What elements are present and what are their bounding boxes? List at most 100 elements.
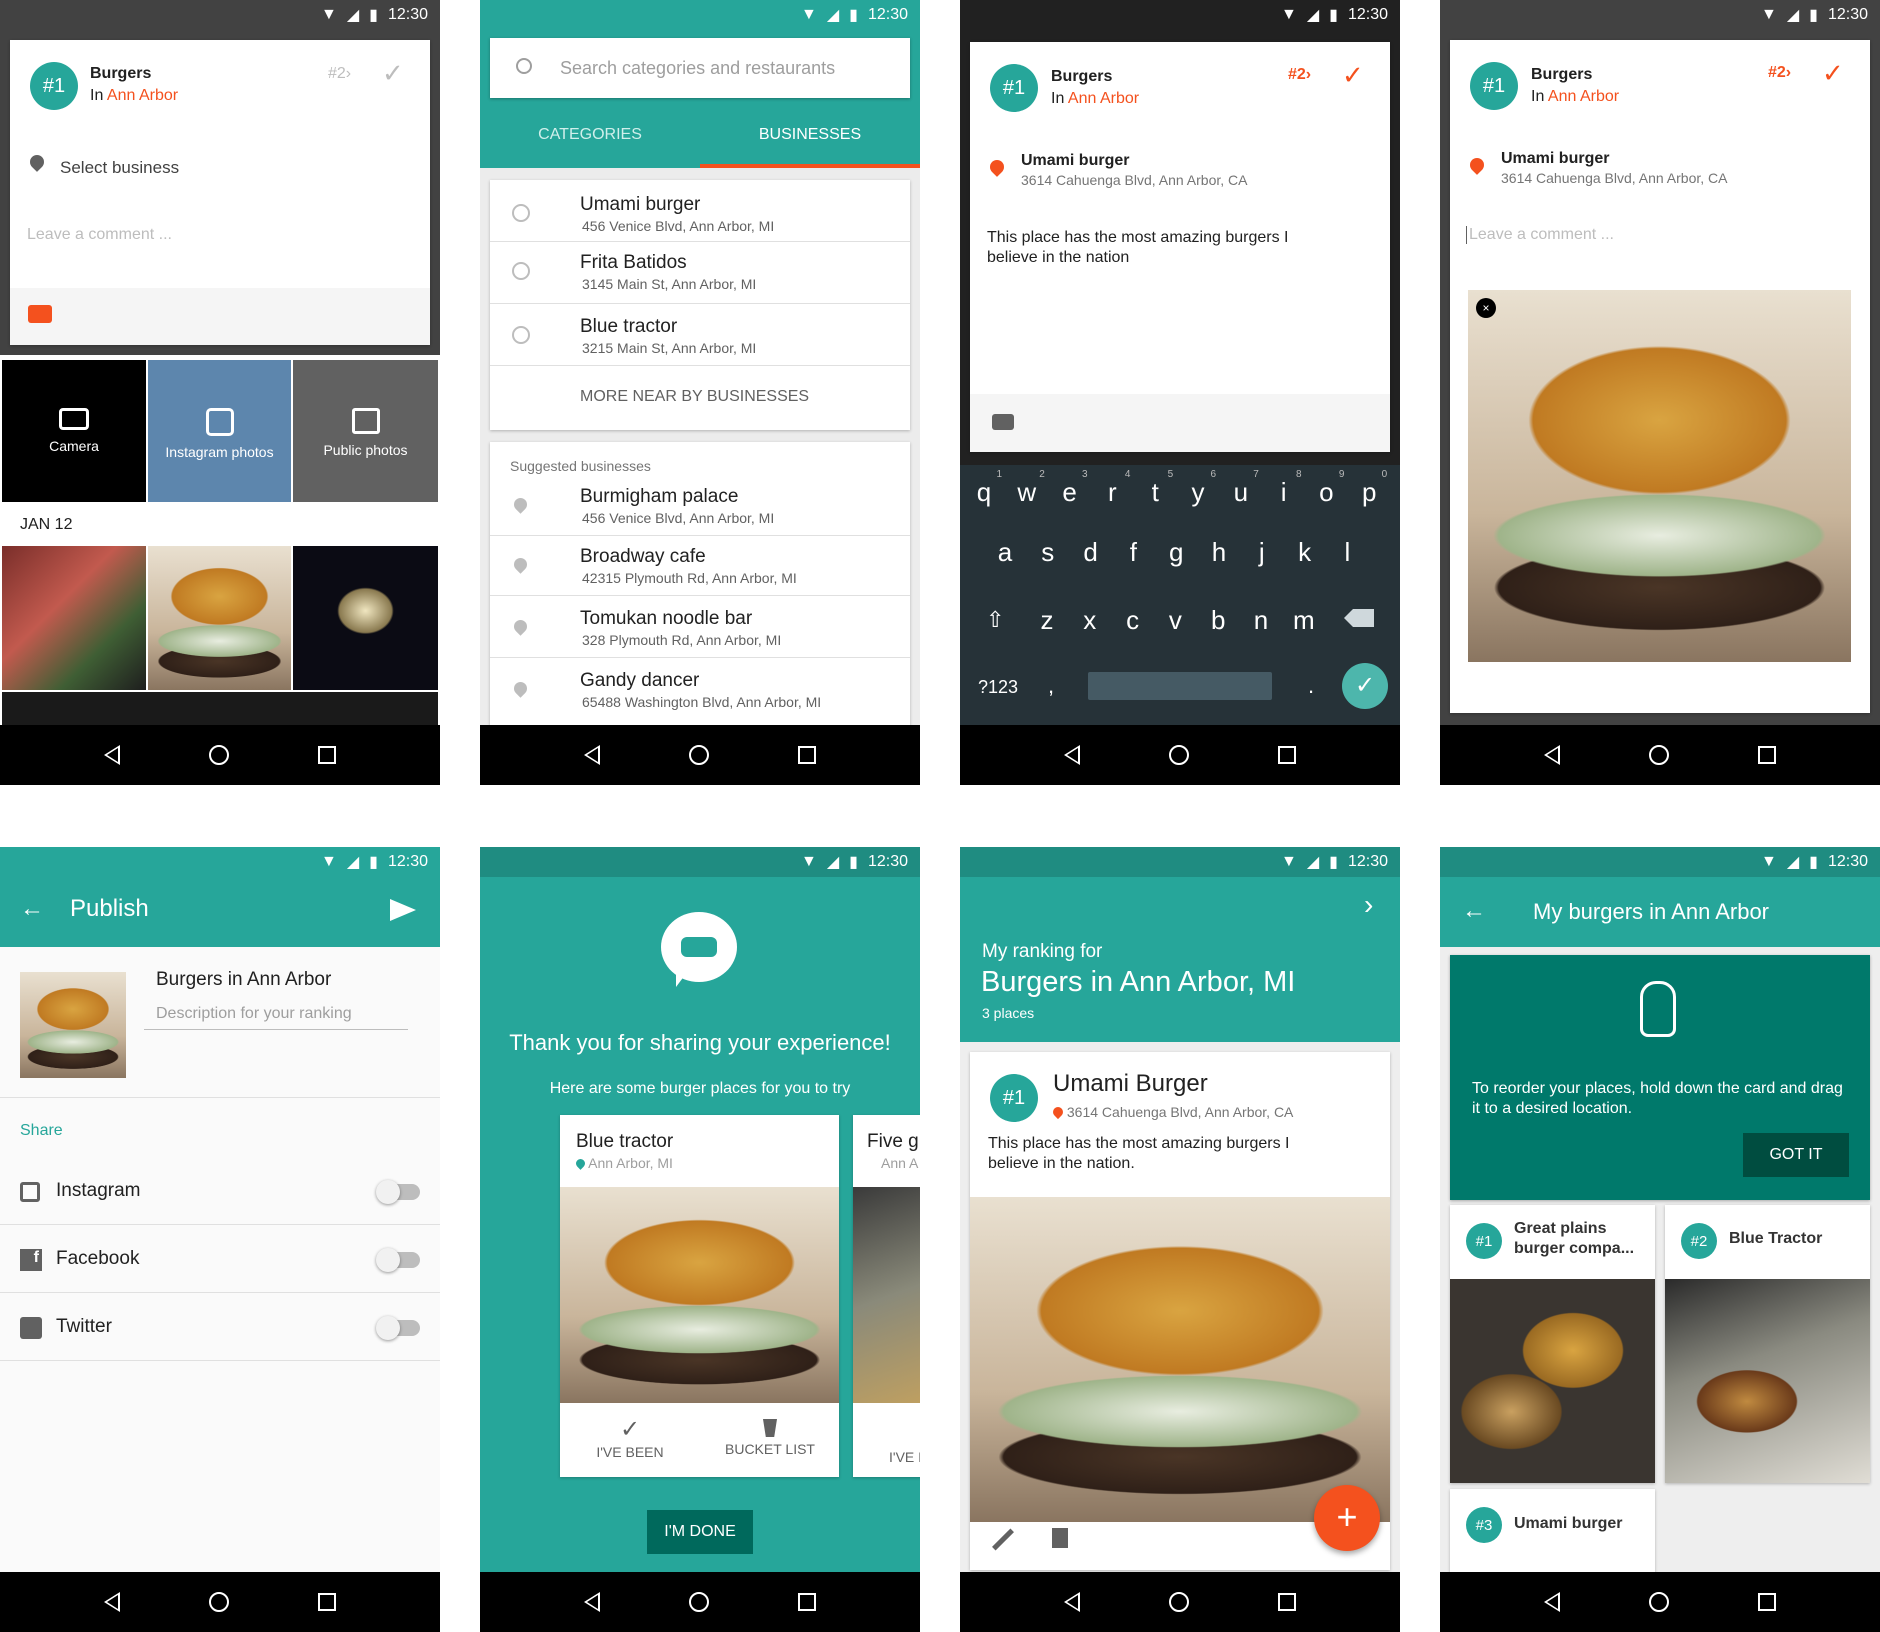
recents-icon[interactable] xyxy=(1277,1593,1296,1611)
recents-icon[interactable] xyxy=(317,1593,336,1611)
key-v[interactable]: v xyxy=(1155,605,1195,636)
list-item[interactable]: Burmigham palace 456 Venice Blvd, Ann Ar… xyxy=(490,478,910,536)
search-bar[interactable]: Search categories and restaurants xyxy=(490,38,910,98)
been-button[interactable]: ✓ I'VE BEEN xyxy=(560,1415,700,1460)
list-item[interactable]: Frita Batidos 3145 Main St, Ann Arbor, M… xyxy=(490,242,910,304)
key-s[interactable]: s xyxy=(1028,537,1068,568)
home-icon[interactable] xyxy=(688,745,709,765)
home-icon[interactable] xyxy=(208,745,229,765)
ranked-place-card[interactable]: #2 Blue Tractor xyxy=(1665,1205,1870,1483)
list-item[interactable]: Tomukan noodle bar 328 Plymouth Rd, Ann … xyxy=(490,596,910,658)
key-i[interactable]: i8 xyxy=(1264,469,1304,508)
period-key[interactable]: . xyxy=(1308,673,1314,699)
photo-thumb[interactable] xyxy=(293,546,438,690)
next-chevron-icon[interactable]: › xyxy=(1364,889,1373,921)
home-icon[interactable] xyxy=(1168,745,1189,765)
ranked-place-card[interactable]: #3 Umami burger xyxy=(1450,1489,1655,1574)
key-q[interactable]: q1 xyxy=(964,469,1004,508)
source-instagram[interactable]: Instagram photos xyxy=(148,360,291,502)
home-icon[interactable] xyxy=(208,1592,229,1612)
confirm-check-icon[interactable]: ✓ xyxy=(1822,58,1844,89)
back-arrow-icon[interactable]: ← xyxy=(1462,897,1486,925)
more-nearby-button[interactable]: MORE NEAR BY BUSINESSES xyxy=(580,388,809,406)
share-row-facebook[interactable]: f Facebook xyxy=(0,1225,440,1293)
comment-field[interactable]: Leave a comment ... xyxy=(27,226,172,244)
key-z[interactable]: z xyxy=(1027,605,1067,636)
key-h[interactable]: h xyxy=(1199,537,1239,568)
back-icon[interactable] xyxy=(1544,745,1561,765)
list-item[interactable]: Gandy dancer 65488 Washington Blvd, Ann … xyxy=(490,658,910,720)
back-icon[interactable] xyxy=(104,1592,121,1612)
recents-icon[interactable] xyxy=(797,746,816,764)
key-u[interactable]: u7 xyxy=(1221,469,1261,508)
key-d[interactable]: d xyxy=(1071,537,1111,568)
list-item[interactable]: Broadway cafe 42315 Plymouth Rd, Ann Arb… xyxy=(490,536,910,596)
key-m[interactable]: m xyxy=(1284,605,1324,636)
recents-icon[interactable] xyxy=(797,1593,816,1611)
remove-photo-icon[interactable]: × xyxy=(1476,298,1496,318)
photo-thumb[interactable] xyxy=(148,546,291,690)
city-link[interactable]: Ann Arbor xyxy=(107,87,178,104)
key-r[interactable]: r4 xyxy=(1092,469,1132,508)
place-card[interactable]: Five g Ann A I'VE I xyxy=(853,1115,920,1477)
key-l[interactable]: l xyxy=(1327,537,1367,568)
edit-icon[interactable] xyxy=(992,1528,1014,1551)
back-icon[interactable] xyxy=(584,1592,601,1612)
back-icon[interactable] xyxy=(1064,1592,1081,1612)
camera-icon[interactable] xyxy=(992,414,1014,430)
source-camera[interactable]: Camera xyxy=(2,360,146,502)
share-row-instagram[interactable]: Instagram xyxy=(0,1157,440,1225)
recents-icon[interactable] xyxy=(1277,746,1296,764)
city-link[interactable]: Ann Arbor xyxy=(1548,88,1619,105)
list-item[interactable]: Umami burger 456 Venice Blvd, Ann Arbor,… xyxy=(490,180,910,242)
home-icon[interactable] xyxy=(688,1592,709,1612)
back-arrow-icon[interactable]: ← xyxy=(20,895,44,923)
done-button[interactable]: I'M DONE xyxy=(647,1510,753,1554)
key-y[interactable]: y6 xyxy=(1178,469,1218,508)
recents-icon[interactable] xyxy=(1757,746,1776,764)
delete-icon[interactable] xyxy=(1052,1528,1068,1548)
twitter-toggle[interactable] xyxy=(376,1316,420,1340)
comment-field[interactable]: This place has the most amazing burgers … xyxy=(987,228,1327,268)
list-item[interactable]: Blue tractor 3215 Main St, Ann Arbor, MI xyxy=(490,304,910,366)
recents-icon[interactable] xyxy=(1757,1593,1776,1611)
comma-key[interactable]: , xyxy=(1048,673,1054,699)
comment-field[interactable]: Leave a comment ... xyxy=(1466,226,1614,244)
key-g[interactable]: g xyxy=(1156,537,1196,568)
key-j[interactable]: j xyxy=(1242,537,1282,568)
back-icon[interactable] xyxy=(584,745,601,765)
symbols-key[interactable]: ?123 xyxy=(978,677,1018,698)
confirm-check-icon[interactable]: ✓ xyxy=(1342,60,1364,91)
key-p[interactable]: p0 xyxy=(1349,469,1389,508)
key-o[interactable]: o9 xyxy=(1306,469,1346,508)
ranked-place-card[interactable]: #1 Great plains burger compa... xyxy=(1450,1205,1655,1483)
photo-thumb[interactable] xyxy=(2,546,146,690)
key-c[interactable]: c xyxy=(1113,605,1153,636)
key-k[interactable]: k xyxy=(1285,537,1325,568)
shift-key[interactable]: ⇧ xyxy=(986,607,1004,633)
space-key[interactable] xyxy=(1088,672,1272,700)
key-n[interactable]: n xyxy=(1241,605,1281,636)
photo-thumb[interactable] xyxy=(2,692,438,728)
backspace-key[interactable] xyxy=(1344,609,1374,627)
back-icon[interactable] xyxy=(1544,1592,1561,1612)
tab-businesses[interactable]: BUSINESSES xyxy=(700,126,920,144)
key-a[interactable]: a xyxy=(985,537,1025,568)
key-b[interactable]: b xyxy=(1198,605,1238,636)
key-t[interactable]: t5 xyxy=(1135,469,1175,508)
next-rank-button[interactable]: #2› xyxy=(1288,66,1311,84)
city-link[interactable]: Ann Arbor xyxy=(1068,90,1139,107)
back-icon[interactable] xyxy=(1064,745,1081,765)
key-f[interactable]: f xyxy=(1113,537,1153,568)
camera-icon[interactable] xyxy=(28,305,52,323)
add-fab[interactable]: + xyxy=(1314,1485,1380,1551)
next-rank-button[interactable]: #2› xyxy=(328,65,351,83)
select-business-field[interactable]: Select business xyxy=(60,158,179,178)
facebook-toggle[interactable] xyxy=(376,1248,420,1272)
key-e[interactable]: e3 xyxy=(1050,469,1090,508)
next-rank-button[interactable]: #2› xyxy=(1768,64,1791,82)
key-x[interactable]: x xyxy=(1070,605,1110,636)
confirm-check-icon[interactable]: ✓ xyxy=(382,58,404,89)
place-card[interactable]: Blue tractor Ann Arbor, MI ✓ I'VE BEEN B… xyxy=(560,1115,839,1477)
done-key[interactable]: ✓ xyxy=(1342,663,1388,709)
